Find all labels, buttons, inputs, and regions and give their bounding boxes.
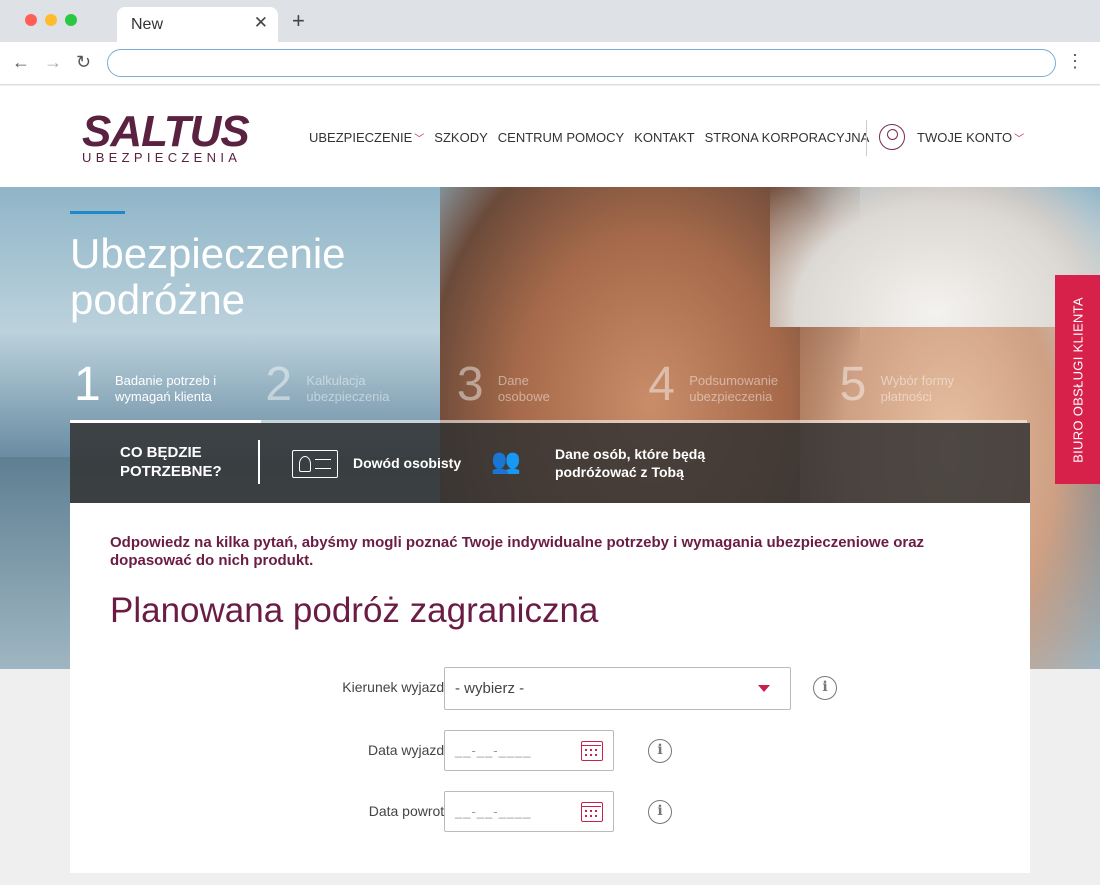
hero-photo-hat [770, 187, 1100, 327]
departure-date-field[interactable]: __-__-____ [444, 730, 614, 771]
step-3: 3 Dane osobowe [452, 352, 645, 423]
departure-label: Data wyjazdu [367, 742, 452, 758]
url-input[interactable] [107, 49, 1056, 77]
main-nav: UBEZPIECZENIE ﹀ SZKODY CENTRUM POMOCY KON… [309, 130, 869, 145]
address-bar-row: ← → ↻ ⋮ [0, 42, 1100, 85]
saltus-logo[interactable]: SALTUS UBEZPIECZENIA [82, 107, 250, 166]
requirement-id-card: Dowód osobisty [353, 455, 462, 471]
calendar-icon[interactable] [581, 802, 603, 822]
dropdown-arrow-icon [758, 685, 770, 692]
nav-label: UBEZPIECZENIE [309, 130, 413, 145]
direction-select[interactable]: - wybierz - [444, 667, 791, 710]
chevron-down-icon: ﹀ [414, 134, 425, 145]
direction-selected-value: - wybierz - [455, 680, 525, 697]
user-icon [879, 124, 905, 150]
maximize-window-dot[interactable] [65, 14, 77, 26]
step-number: 4 [648, 358, 675, 411]
return-date-field[interactable]: __-__-____ [444, 791, 614, 832]
nav-item-ubezpieczenie[interactable]: UBEZPIECZENIE ﹀ [309, 130, 424, 145]
customer-service-tab[interactable]: BIURO OBSŁUGI KLIENTA [1055, 275, 1100, 484]
info-icon[interactable]: i [648, 800, 672, 824]
step-label: Dane osobowe [497, 373, 550, 404]
account-label: TWOJE KONTO [917, 129, 1013, 145]
return-date-placeholder: __-__-____ [455, 804, 532, 819]
step-label: Wybór formy płatności [880, 373, 955, 404]
step-2: 2 Kalkulacja ubezpieczenia [261, 352, 453, 423]
intro-text: Odpowiedz na kilka pytań, abyśmy mogli p… [110, 534, 925, 569]
customer-service-label: BIURO OBSŁUGI KLIENTA [1070, 296, 1085, 463]
step-number: 5 [839, 358, 867, 411]
step-label: Badanie potrzeb i wymagań klienta [115, 373, 217, 404]
step-label: Kalkulacja ubezpieczenia [306, 373, 390, 404]
requirement-travellers: Dane osób, które będą podróżować z Tobą [555, 446, 706, 480]
back-icon[interactable]: ← [12, 52, 30, 73]
form-row-direction: Kierunek wyjazdu - wybierz - i [70, 667, 1030, 711]
return-label: Data powrotu [368, 803, 452, 819]
account-menu[interactable]: TWOJE KONTO ﹀ [879, 124, 1024, 150]
browser-menu-icon[interactable]: ⋮ [1066, 51, 1084, 72]
people-icon: 👥 [491, 448, 521, 475]
close-tab-icon[interactable]: ✕ [254, 13, 268, 33]
page-title: Ubezpieczenie podróżne [70, 230, 346, 323]
calendar-icon[interactable] [581, 741, 603, 761]
chevron-down-icon: ﹀ [1014, 133, 1025, 145]
questionnaire-panel: Odpowiedz na kilka pytań, abyśmy mogli p… [70, 503, 1030, 873]
section-title: Planowana podróż zagraniczna [110, 591, 599, 630]
nav-item-szkody[interactable]: SZKODY [434, 130, 487, 145]
info-icon[interactable]: i [813, 676, 837, 700]
nav-item-strona-korporacyjna[interactable]: STRONA KORPORACYJNA [705, 130, 870, 145]
minimize-window-dot[interactable] [45, 14, 57, 26]
logo-wordmark: SALTUS [82, 107, 250, 156]
id-card-icon [292, 450, 338, 478]
title-accent-line [70, 211, 125, 214]
step-number: 2 [265, 358, 293, 411]
step-number: 1 [74, 358, 101, 411]
step-4: 4 Podsumowanie ubezpieczenia [644, 352, 836, 423]
site-header: SALTUS UBEZPIECZENIA UBEZPIECZENIE ﹀ SZKO… [0, 86, 1100, 187]
logo-subtitle: UBEZPIECZENIA [82, 150, 242, 165]
departure-date-placeholder: __-__-____ [455, 743, 532, 758]
step-1[interactable]: 1 Badanie potrzeb i wymagań klienta [70, 352, 262, 423]
form-row-departure: Data wyjazdu __-__-____ i [70, 730, 1030, 774]
nav-item-centrum-pomocy[interactable]: CENTRUM POMOCY [498, 130, 624, 145]
step-label: Podsumowanie ubezpieczenia [689, 373, 779, 404]
browser-tab-strip: New ✕ + [0, 0, 1100, 42]
close-window-dot[interactable] [25, 14, 37, 26]
tab-title: New [131, 16, 164, 33]
new-tab-icon[interactable]: + [292, 8, 305, 34]
requirements-bar: CO BĘDZIE POTRZEBNE? Dowód osobisty 👥 Da… [70, 423, 1030, 503]
nav-divider [866, 120, 867, 156]
progress-steps: 1 Badanie potrzeb i wymagań klienta 2 Ka… [70, 352, 1028, 423]
forward-icon[interactable]: → [44, 52, 62, 73]
step-number: 3 [456, 358, 484, 411]
browser-tab[interactable]: New ✕ [117, 7, 278, 42]
form-row-return: Data powrotu __-__-____ i [70, 791, 1030, 835]
requirements-divider [258, 440, 260, 484]
window-controls [25, 14, 77, 26]
reload-icon[interactable]: ↻ [76, 52, 91, 73]
requirements-title: CO BĘDZIE POTRZEBNE? [120, 444, 222, 480]
nav-item-kontakt[interactable]: KONTAKT [634, 130, 694, 145]
info-icon[interactable]: i [648, 739, 672, 763]
direction-label: Kierunek wyjazdu [342, 679, 452, 695]
step-5: 5 Wybór formy płatności [835, 352, 1028, 423]
